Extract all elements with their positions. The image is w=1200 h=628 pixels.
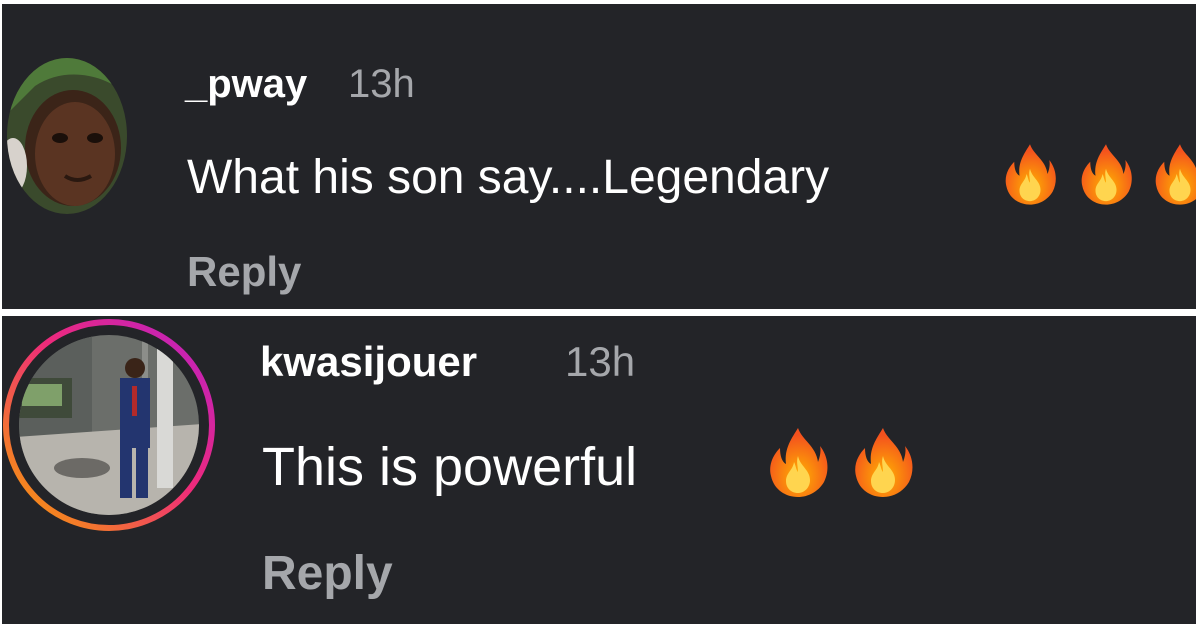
reply-button[interactable]: Reply (262, 546, 393, 601)
comment-timestamp: 13h (348, 62, 415, 106)
fire-icon (1152, 142, 1196, 206)
avatar (3, 319, 215, 531)
comment-username[interactable]: _pway (185, 62, 307, 107)
fire-icon (1002, 142, 1058, 206)
comment-username[interactable]: kwasijouer (260, 338, 477, 386)
fire-icon (766, 426, 830, 498)
comment-panel: kwasijouer 13h This is powerful Reply (2, 316, 1196, 624)
avatar[interactable] (7, 58, 127, 214)
avatar-photo (7, 58, 127, 214)
reply-button[interactable]: Reply (187, 248, 301, 296)
story-ring[interactable] (2, 318, 216, 532)
comment-timestamp: 13h (565, 338, 636, 385)
fire-icon (1078, 142, 1134, 206)
comment-panel: _pway 13h What his son say....Legendary … (2, 4, 1196, 309)
comment-text: This is powerful (262, 437, 638, 497)
fire-icon (851, 426, 915, 498)
comment-text: What his son say....Legendary (187, 151, 830, 204)
